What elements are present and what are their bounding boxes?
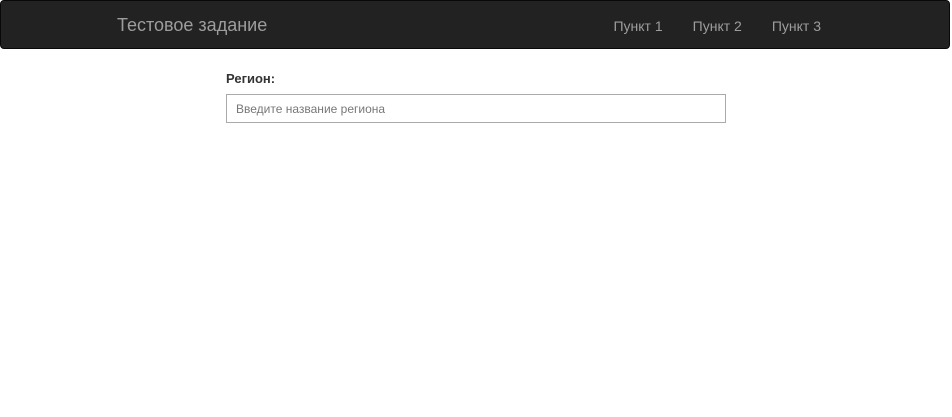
region-form-group: Регион:	[226, 71, 726, 123]
nav-item-2[interactable]: Пункт 2	[693, 16, 742, 36]
region-input[interactable]	[226, 94, 726, 123]
nav-menu: Пункт 1 Пункт 2 Пункт 3	[583, 1, 821, 50]
region-label: Регион:	[226, 71, 276, 86]
nav-item-3[interactable]: Пункт 3	[772, 16, 821, 36]
nav-item-1[interactable]: Пункт 1	[613, 16, 662, 36]
brand-link[interactable]: Тестовое задание	[117, 15, 267, 35]
navbar: Тестовое задание Пункт 1 Пункт 2 Пункт 3	[0, 0, 950, 49]
